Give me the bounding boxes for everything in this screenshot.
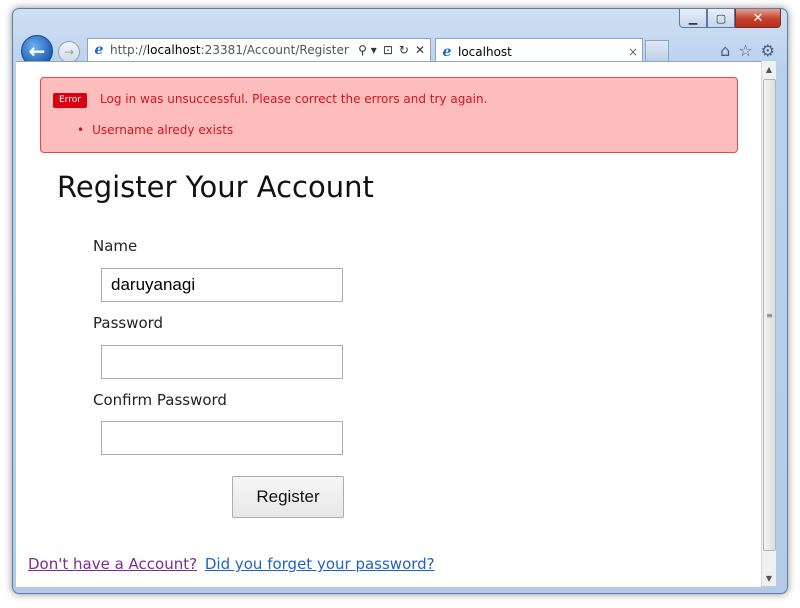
confirm-password-input[interactable]: [101, 421, 343, 455]
window-controls: ▁ ▢ ✕: [679, 9, 781, 29]
tab-close-icon[interactable]: ×: [624, 45, 642, 59]
url-path: :23381/Account/Register: [200, 43, 349, 57]
page-title: Register Your Account: [57, 170, 374, 204]
scrollbar-thumb[interactable]: ≡: [763, 79, 776, 551]
forward-button[interactable]: →: [58, 41, 80, 63]
confirm-password-label: Confirm Password: [93, 391, 227, 409]
forgot-password-link[interactable]: Did you forget your password?: [205, 555, 435, 573]
forward-arrow-icon: →: [63, 45, 75, 59]
password-label: Password: [93, 314, 164, 332]
settings-gear-icon[interactable]: ⚙: [761, 41, 775, 60]
no-account-link[interactable]: Don't have a Account?: [28, 555, 197, 573]
favorites-star-icon[interactable]: ☆: [738, 41, 752, 60]
footer-links: Don't have a Account? Did you forget you…: [28, 555, 435, 573]
minimize-button[interactable]: ▁: [679, 9, 707, 28]
address-tools: ⚲ ▾ ⊡ ↻ ✕: [358, 43, 430, 57]
compatibility-view-icon[interactable]: ⊡: [383, 43, 393, 57]
page-content: Error Log in was unsuccessful. Please co…: [16, 61, 761, 587]
tab-title: localhost: [458, 45, 512, 59]
url-scheme: http://: [110, 43, 147, 57]
scrollbar-grip-icon: ≡: [766, 310, 773, 320]
error-alert: Error Log in was unsuccessful. Please co…: [40, 77, 738, 153]
password-input[interactable]: [101, 345, 343, 379]
browser-toolbar-icons: ⌂ ☆ ⚙: [720, 41, 775, 60]
register-button[interactable]: Register: [232, 476, 344, 518]
scroll-down-arrow-icon[interactable]: ▼: [762, 570, 776, 586]
error-badge: Error: [53, 93, 87, 108]
error-list-item: Username alredy exists: [77, 123, 233, 137]
close-window-button[interactable]: ✕: [735, 9, 781, 28]
error-message: Log in was unsuccessful. Please correct …: [100, 92, 488, 106]
name-label: Name: [93, 237, 138, 255]
tab-ie-icon: e: [442, 44, 452, 60]
ie-page-icon: e: [94, 42, 104, 58]
url-host: localhost: [146, 43, 201, 57]
maximize-button[interactable]: ▢: [707, 9, 735, 28]
address-bar[interactable]: e http://localhost:23381/Account/Registe…: [87, 38, 431, 62]
scroll-up-arrow-icon[interactable]: ▲: [762, 61, 776, 77]
home-icon[interactable]: ⌂: [720, 41, 730, 60]
vertical-scrollbar[interactable]: ▲ ≡ ▼: [761, 61, 776, 586]
address-url[interactable]: http://localhost:23381/Account/Register: [110, 43, 358, 57]
back-arrow-icon: ←: [28, 39, 46, 63]
stop-icon[interactable]: ✕: [415, 43, 425, 57]
search-dropdown-icon[interactable]: ⚲ ▾: [358, 43, 377, 57]
refresh-icon[interactable]: ↻: [399, 43, 409, 57]
error-list: Username alredy exists: [77, 123, 233, 137]
name-input[interactable]: [101, 268, 343, 302]
